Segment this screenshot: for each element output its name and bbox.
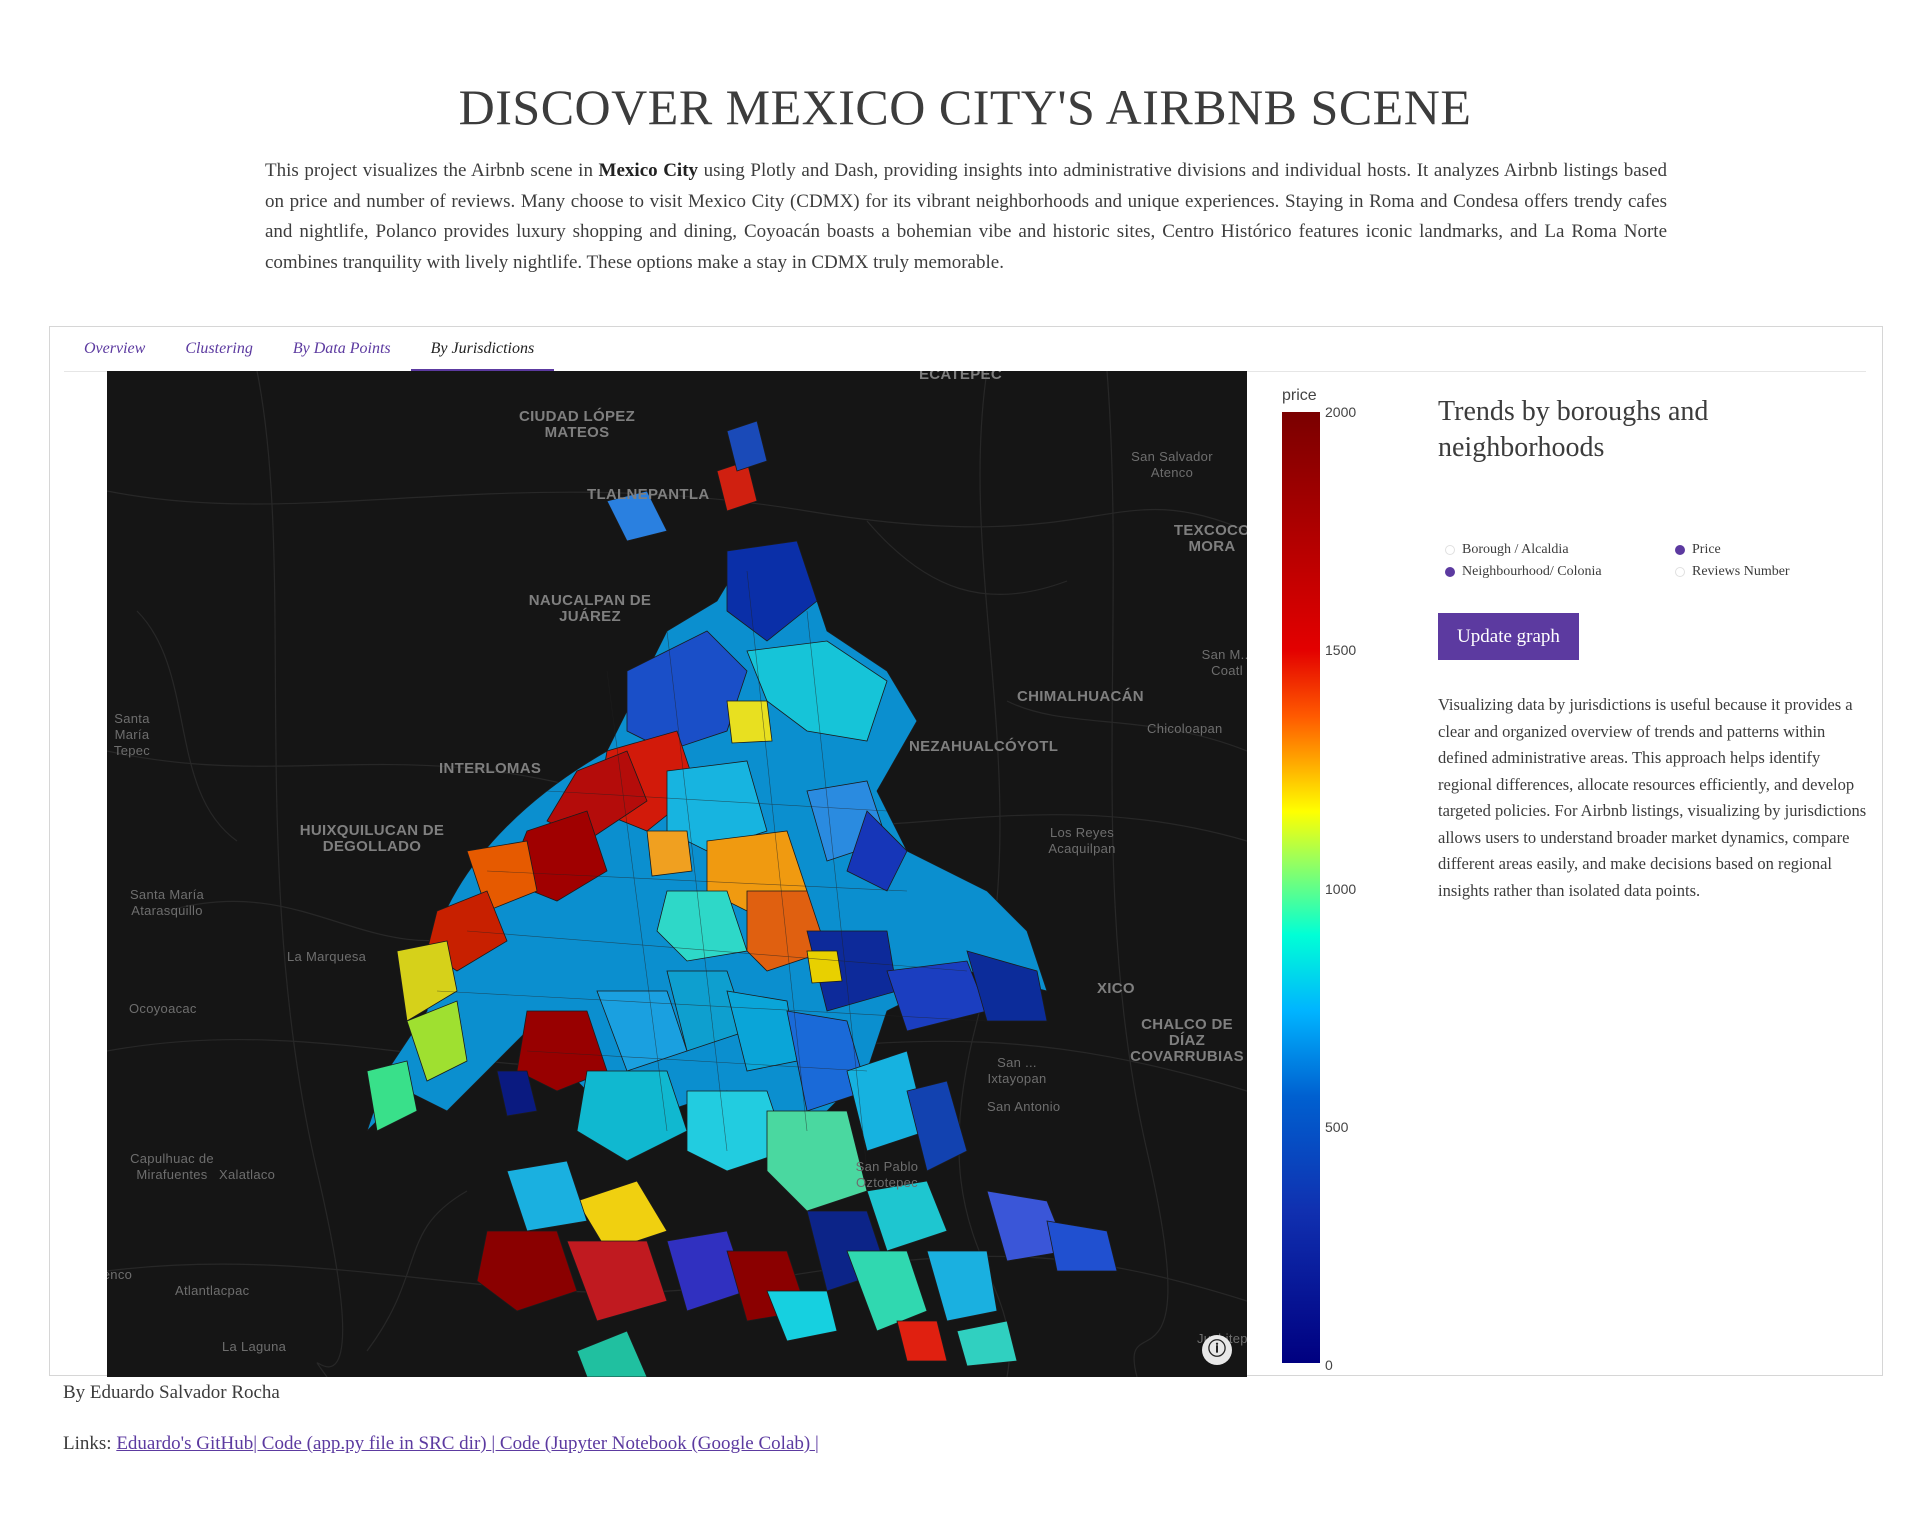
tab-bar: Overview Clustering By Data Points By Ju… [64, 327, 1866, 372]
radio-neighbourhood[interactable]: Neighbourhood/ Colonia [1445, 561, 1602, 583]
map-label-santa-maria-atarasquillo: Santa María Atarasquillo [129, 887, 205, 918]
radio-button-selected[interactable] [1445, 567, 1455, 577]
map-label-tlalnepantla: TLALNEPANTLA [587, 486, 710, 503]
map-label-ciudad-lopez-mateos: CIUDAD LÓPEZ MATEOS [518, 408, 636, 441]
map-label-xalatlaco: Xalatlaco [219, 1167, 276, 1182]
intro-text-start: This project visualizes the Airbnb scene… [265, 160, 599, 181]
code-notebook-link[interactable]: | Code (Jupyter Notebook (Google Colab) [491, 1433, 815, 1454]
price-colorbar [1282, 412, 1320, 1363]
tab-by-jurisdictions[interactable]: By Jurisdictions [410, 327, 555, 371]
map-label-chicoloapan: Chicoloapan [1147, 721, 1223, 736]
radio-price[interactable]: Price [1675, 539, 1790, 561]
map-label-texcoco: TEXCOCO MORA [1173, 522, 1247, 555]
colorbar-title: price [1282, 387, 1317, 404]
radio-button-unselected[interactable] [1675, 567, 1685, 577]
radio-reviews-number-label: Reviews Number [1692, 564, 1790, 579]
map-canvas[interactable] [107, 371, 1247, 1377]
map-label-chimalhuacan: CHIMALHUACÁN [1017, 688, 1144, 705]
map-label-ecatepec: ECATEPEC [919, 371, 1002, 383]
radio-button-selected[interactable] [1675, 545, 1685, 555]
map-label-san-ixtayopan: San ... Ixtayopan [987, 1055, 1047, 1086]
map-label-san-pablo-oztotepec: San Pablo Oztotepec [855, 1159, 919, 1190]
tabs-panel: Overview Clustering By Data Points By Ju… [49, 326, 1883, 1377]
map-label-xico: XICO [1097, 980, 1135, 997]
tab-overview[interactable]: Overview [64, 327, 165, 371]
map-label-atlantlacpac: Atlantlacpac [175, 1283, 250, 1298]
intro-city-name: Mexico City [598, 160, 699, 181]
choropleth-map[interactable]: ECATEPEC CIUDAD LÓPEZ MATEOS TLALNEPANTL… [107, 371, 1247, 1377]
map-label-huixquilucan: HUIXQUILUCAN DE DEGOLLADO [299, 822, 445, 855]
map-label-capulhuac: Capulhuac de Mirafuentes [130, 1151, 214, 1182]
footer-links: Links: Eduardo's GitHub| Code (app.py fi… [63, 1433, 819, 1455]
radio-reviews-number[interactable]: Reviews Number [1675, 561, 1790, 583]
map-label-ocoyoacac: Ocoyoacac [129, 1001, 197, 1016]
sidebar-title: Trends by boroughs and neighborhoods [1438, 396, 1709, 463]
tab-clustering[interactable]: Clustering [165, 327, 273, 371]
map-label-nezahualcoyotl: NEZAHUALCÓYOTL [909, 738, 1059, 755]
intro-paragraph: This project visualizes the Airbnb scene… [265, 156, 1667, 278]
tab-by-data-points[interactable]: By Data Points [273, 327, 411, 371]
radio-button-unselected[interactable] [1445, 545, 1455, 555]
github-link[interactable]: Eduardo's GitHub [116, 1433, 253, 1454]
level-radio-group: Borough / Alcaldia Neighbourhood/ Coloni… [1445, 539, 1602, 583]
map-label-la-laguna: La Laguna [222, 1339, 287, 1354]
map-label-interlomas: INTERLOMAS [439, 760, 542, 777]
info-icon[interactable]: ⓘ [1202, 1335, 1232, 1365]
map-label-san-miguel-coatl: San M... Coatl [1201, 647, 1247, 678]
neighborhood-polygons[interactable] [366, 420, 1118, 1377]
page-title: DISCOVER MEXICO CITY'S AIRBNB SCENE [458, 79, 1472, 135]
radio-neighbourhood-label: Neighbourhood/ Colonia [1462, 564, 1602, 579]
radio-borough[interactable]: Borough / Alcaldia [1445, 539, 1602, 561]
sidebar-description: Visualizing data by jurisdictions is use… [1438, 695, 1867, 900]
colorbar-tick-1000: 1000 [1325, 881, 1357, 897]
colorbar-tick-0: 0 [1325, 1357, 1333, 1373]
links-prefix: Links: [63, 1433, 117, 1454]
colorbar-tick-1500: 1500 [1325, 642, 1357, 658]
links-trailing-separator[interactable]: | [815, 1433, 819, 1454]
map-label-santa-maria-tepec: Santa María Tepec [113, 711, 151, 758]
metric-radio-group: Price Reviews Number [1675, 539, 1790, 583]
radio-borough-label: Borough / Alcaldia [1462, 542, 1569, 557]
code-app-link[interactable]: | Code (app.py file in SRC dir) [253, 1433, 491, 1454]
map-label-naucalpan: NAUCALPAN DE JUÁREZ [528, 592, 652, 625]
update-graph-button[interactable]: Update graph [1438, 613, 1579, 660]
map-label-chalco: CHALCO DE DÍAZ COVARRUBIAS [1130, 1016, 1244, 1065]
map-label-tianguistenco: Tianguistenco [107, 1267, 133, 1282]
radio-price-label: Price [1692, 542, 1721, 557]
colorbar-tick-500: 500 [1325, 1119, 1349, 1135]
map-label-san-salvador-atenco: San Salvador Atenco [1131, 449, 1213, 480]
map-label-los-reyes: Los Reyes Acaquilpan [1048, 825, 1116, 856]
colorbar-tick-2000: 2000 [1325, 404, 1357, 420]
author-byline: By Eduardo Salvador Rocha [63, 1382, 280, 1403]
map-label-la-marquesa: La Marquesa [287, 949, 367, 964]
map-label-san-antonio: San Antonio [987, 1099, 1061, 1114]
